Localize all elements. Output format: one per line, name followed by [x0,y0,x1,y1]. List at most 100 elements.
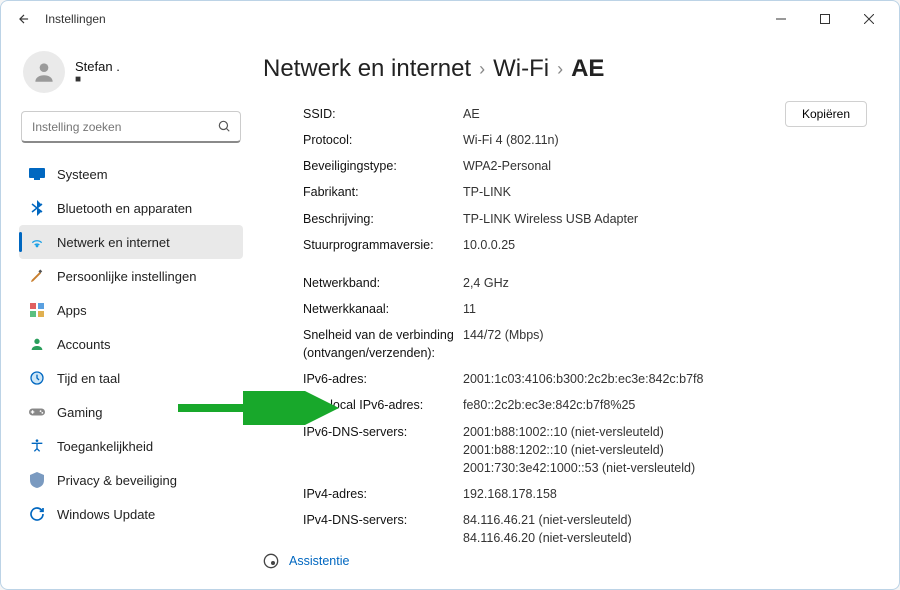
copy-button[interactable]: Kopiëren [785,101,867,127]
detail-row: Snelheid van de verbinding (ontvangen/ve… [303,322,841,366]
detail-value: 2,4 GHz [463,274,509,292]
detail-label: Netwerkband: [303,274,463,292]
window-controls [759,4,891,34]
detail-row: Stuurprogrammaversie:10.0.0.25 [303,232,841,258]
bluetooth-icon [29,200,45,216]
detail-label: IPv4-adres: [303,485,463,503]
sidebar-item-gaming[interactable]: Gaming [19,395,243,429]
search-input[interactable] [21,111,241,143]
crumb-wifi[interactable]: Wi-Fi [493,55,549,83]
titlebar: Instellingen [1,1,899,37]
detail-row: Protocol:Wi-Fi 4 (802.11n) [303,127,841,153]
search-wrap [21,111,241,143]
detail-label: Netwerkkanaal: [303,300,463,318]
breadcrumb: Netwerk en internet › Wi-Fi › AE [263,55,871,83]
maximize-icon [820,14,830,24]
detail-label: IPv6-DNS-servers: [303,423,463,477]
sidebar-item-label: Bluetooth en apparaten [57,201,192,216]
back-arrow-icon [17,12,31,26]
accounts-icon [29,336,45,352]
assistance-icon [263,553,279,569]
sidebar-item-label: Tijd en taal [57,371,120,386]
sidebar-item-label: Windows Update [57,507,155,522]
minimize-button[interactable] [759,4,803,34]
detail-label: Link-local IPv6-adres: [303,396,463,414]
chevron-right-icon: › [479,59,485,80]
nav-list: Systeem Bluetooth en apparaten Netwerk en … [19,157,243,531]
detail-value: 84.116.46.21 (niet-versleuteld)84.116.46… [463,511,632,543]
sidebar-item-tijd-en-taal[interactable]: Tijd en taal [19,361,243,395]
crumb-network[interactable]: Netwerk en internet [263,55,471,83]
sidebar-item-label: Gaming [57,405,103,420]
sidebar-item-windows-update[interactable]: Windows Update [19,497,243,531]
detail-value: 144/72 (Mbps) [463,326,544,362]
details-panel: Kopiëren SSID:AEProtocol:Wi-Fi 4 (802.11… [263,97,871,543]
network-icon [29,234,45,250]
detail-value: fe80::2c2b:ec3e:842c:b7f8%25 [463,396,635,414]
person-icon [31,59,57,85]
detail-value: 10.0.0.25 [463,236,515,254]
profile-subtitle: ■ [75,74,120,85]
detail-value: 192.168.178.158 [463,485,557,503]
apps-icon [29,302,45,318]
sidebar-item-accounts[interactable]: Accounts [19,327,243,361]
main-content: Netwerk en internet › Wi-Fi › AE Kopiëre… [253,37,899,589]
detail-value: 2001:1c03:4106:b300:2c2b:ec3e:842c:b7f8 [463,370,704,388]
detail-value: TP-LINK Wireless USB Adapter [463,210,638,228]
detail-row: SSID:AE [303,101,841,127]
profile-block[interactable]: Stefan . ■ [19,43,243,107]
sidebar-item-privacy-beveiliging[interactable]: Privacy & beveiliging [19,463,243,497]
detail-row: IPv4-adres:192.168.178.158 [303,481,841,507]
avatar [23,51,65,93]
minimize-icon [776,14,786,24]
sidebar-item-toegankelijkheid[interactable]: Toegankelijkheid [19,429,243,463]
sidebar-item-label: Privacy & beveiliging [57,473,177,488]
body: Stefan . ■ Systeem Bluetooth en apparaten… [1,37,899,589]
sidebar-item-label: Apps [57,303,87,318]
sidebar-item-persoonlijke-instellingen[interactable]: Persoonlijke instellingen [19,259,243,293]
detail-label: Fabrikant: [303,183,463,201]
info-block: SSID:AEProtocol:Wi-Fi 4 (802.11n)Beveili… [263,97,871,543]
back-button[interactable] [9,4,39,34]
detail-row: Netwerkkanaal:11 [303,296,841,322]
sidebar-item-systeem[interactable]: Systeem [19,157,243,191]
detail-row: Fabrikant:TP-LINK [303,179,841,205]
detail-value: TP-LINK [463,183,511,201]
detail-label: Snelheid van de verbinding (ontvangen/ve… [303,326,463,362]
detail-label: Beschrijving: [303,210,463,228]
privacy-icon [29,472,45,488]
search-icon [217,119,231,138]
sidebar-item-apps[interactable]: Apps [19,293,243,327]
sidebar-item-label: Netwerk en internet [57,235,170,250]
window-title: Instellingen [45,12,106,26]
detail-value: Wi-Fi 4 (802.11n) [463,131,559,149]
detail-row: Link-local IPv6-adres:fe80::2c2b:ec3e:84… [303,392,841,418]
assistance-link[interactable]: Assistentie [263,543,871,579]
close-button[interactable] [847,4,891,34]
detail-value: 11 [463,300,476,318]
detail-label: Protocol: [303,131,463,149]
sidebar-item-bluetooth-en-apparaten[interactable]: Bluetooth en apparaten [19,191,243,225]
detail-value: WPA2-Personal [463,157,551,175]
detail-row: Netwerkband:2,4 GHz [303,270,841,296]
detail-value: 2001:b88:1002::10 (niet-versleuteld)2001… [463,423,695,477]
detail-label: Beveiligingstype: [303,157,463,175]
personalize-icon [29,268,45,284]
maximize-button[interactable] [803,4,847,34]
crumb-current: AE [571,55,604,83]
assistance-label: Assistentie [289,554,349,568]
detail-row: IPv4-DNS-servers:84.116.46.21 (niet-vers… [303,507,841,543]
detail-value: AE [463,105,480,123]
gaming-icon [29,404,45,420]
update-icon [29,506,45,522]
close-icon [864,14,874,24]
profile-name: Stefan . [75,59,120,74]
sidebar-item-label: Systeem [57,167,108,182]
detail-label: SSID: [303,105,463,123]
sidebar-item-label: Accounts [57,337,110,352]
sidebar-item-label: Persoonlijke instellingen [57,269,196,284]
detail-row: Beveiligingstype:WPA2-Personal [303,153,841,179]
sidebar-item-netwerk-en-internet[interactable]: Netwerk en internet [19,225,243,259]
detail-label: Stuurprogrammaversie: [303,236,463,254]
sidebar: Stefan . ■ Systeem Bluetooth en apparaten… [1,37,253,589]
